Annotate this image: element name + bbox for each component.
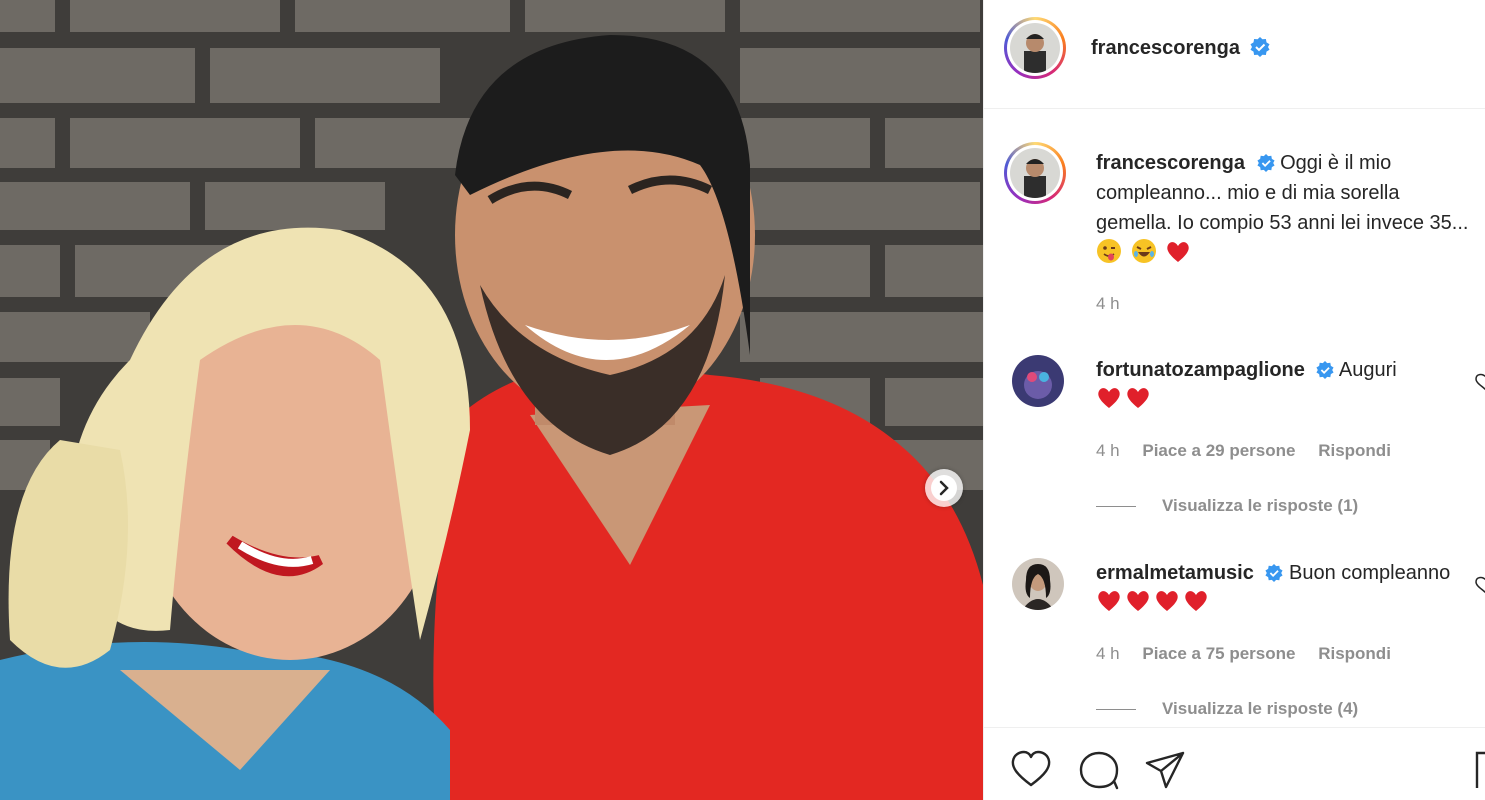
commenter-avatar[interactable] bbox=[1012, 558, 1064, 610]
reply-button[interactable]: Rispondi bbox=[1318, 441, 1391, 460]
comment-time[interactable]: 4 h bbox=[1096, 644, 1120, 663]
post-header: francescorenga bbox=[984, 0, 1485, 109]
replies-divider bbox=[1096, 506, 1136, 508]
reply-button[interactable]: Rispondi bbox=[1318, 644, 1391, 663]
comment-item: fortunatozampaglione Auguri bbox=[1096, 355, 1476, 415]
author-avatar[interactable] bbox=[1004, 17, 1066, 79]
winking-tongue-emoji-icon bbox=[1097, 239, 1121, 263]
verified-icon bbox=[1316, 361, 1335, 379]
commenter-avatar[interactable] bbox=[1012, 355, 1064, 407]
like-comment-icon[interactable] bbox=[1472, 574, 1485, 594]
comment-text: Auguri bbox=[1338, 359, 1397, 381]
share-icon[interactable] bbox=[1144, 750, 1186, 790]
bookmark-icon[interactable] bbox=[1474, 750, 1485, 790]
next-photo-button[interactable] bbox=[925, 469, 963, 507]
avatar-image bbox=[1010, 148, 1060, 198]
view-replies-label: Visualizza le risposte (1) bbox=[1162, 496, 1359, 515]
comment-username[interactable]: ermalmetamusic bbox=[1096, 562, 1254, 584]
like-comment-icon[interactable] bbox=[1472, 371, 1485, 391]
caption-time[interactable]: 4 h bbox=[1096, 294, 1120, 313]
woman-figure bbox=[0, 227, 470, 800]
comment-meta: 4 h Piace a 29 persone Rispondi bbox=[1096, 441, 1409, 461]
caption-username[interactable]: francescorenga bbox=[1096, 152, 1245, 174]
comment-username[interactable]: fortunatozampaglione bbox=[1096, 359, 1305, 381]
verified-icon bbox=[1250, 37, 1270, 57]
comment-text: Buon compleanno bbox=[1289, 562, 1451, 584]
comment-item: ermalmetamusic Buon compleanno bbox=[1096, 558, 1476, 618]
red-heart-emoji-icon bbox=[1127, 591, 1149, 611]
comment-time[interactable]: 4 h bbox=[1096, 441, 1120, 460]
heart-icon[interactable] bbox=[1010, 750, 1052, 788]
caption: francescorenga Oggi è il mio compleanno.… bbox=[1096, 148, 1476, 269]
rofl-emoji-icon bbox=[1131, 239, 1156, 263]
post-photo bbox=[0, 0, 983, 800]
verified-icon bbox=[1265, 564, 1283, 582]
red-heart-emoji-icon bbox=[1098, 591, 1120, 611]
red-heart-emoji-icon bbox=[1167, 242, 1189, 262]
chevron-right-icon bbox=[931, 475, 957, 501]
comment-meta: 4 h Piace a 75 persone Rispondi bbox=[1096, 644, 1409, 664]
post-sidebar: francescorenga francescorenga Oggi è il … bbox=[983, 0, 1485, 800]
comment-icon[interactable] bbox=[1078, 750, 1120, 790]
view-replies-button[interactable]: Visualizza le risposte (4) bbox=[1096, 699, 1358, 719]
view-replies-button[interactable]: Visualizza le risposte (1) bbox=[1096, 496, 1358, 516]
replies-divider bbox=[1096, 709, 1136, 711]
comment-likes[interactable]: Piace a 75 persone bbox=[1142, 644, 1295, 663]
action-bar bbox=[984, 727, 1485, 800]
comments-section: francescorenga Oggi è il mio compleanno.… bbox=[984, 109, 1485, 727]
caption-meta: 4 h bbox=[1096, 294, 1138, 314]
view-replies-label: Visualizza le risposte (4) bbox=[1162, 699, 1359, 718]
author-username[interactable]: francescorenga bbox=[1091, 37, 1240, 59]
caption-avatar[interactable] bbox=[1004, 142, 1066, 204]
avatar-image bbox=[1012, 558, 1064, 610]
red-heart-emoji-icon bbox=[1098, 388, 1120, 408]
red-heart-emoji-icon bbox=[1156, 591, 1178, 611]
verified-icon bbox=[1256, 154, 1275, 172]
avatar-image bbox=[1010, 23, 1060, 73]
caption-emojis bbox=[1096, 239, 1194, 265]
red-heart-emoji-icon bbox=[1127, 388, 1149, 408]
red-heart-emoji-icon bbox=[1185, 591, 1207, 611]
avatar-image bbox=[1012, 355, 1064, 407]
comment-likes[interactable]: Piace a 29 persone bbox=[1142, 441, 1295, 460]
